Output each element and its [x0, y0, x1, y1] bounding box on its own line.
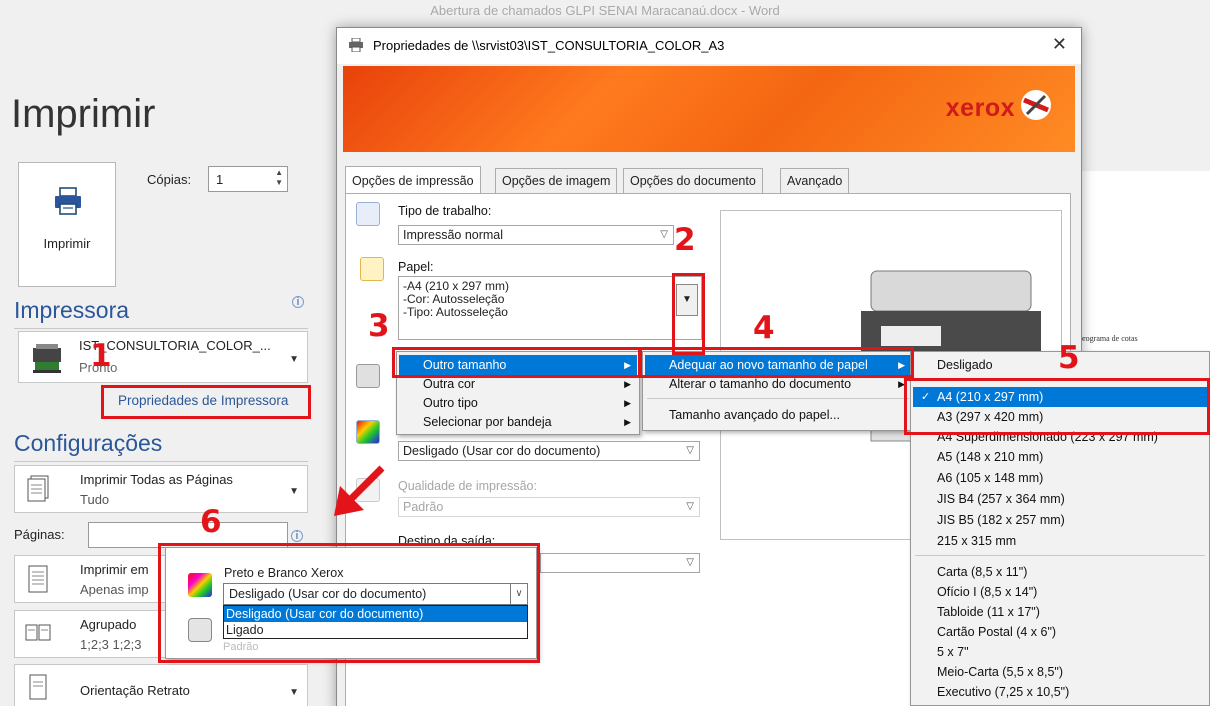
collate-title: Agrupado [80, 617, 137, 632]
paper-icon [360, 257, 384, 281]
annotation-box-1 [101, 385, 311, 419]
menu-separator [915, 555, 1205, 556]
tab-image-options[interactable]: Opções de imagem [495, 168, 618, 193]
fit-option[interactable]: 5 x 7" [913, 642, 1207, 662]
printer-icon [55, 187, 81, 215]
annotation-number-3: 3 [368, 308, 390, 344]
paper-label: Papel: [398, 260, 434, 274]
annotation-number-6: 6 [200, 504, 222, 540]
paper-line: -Tipo: Autosseleção [403, 305, 508, 319]
chevron-down-icon: ▼ [289, 354, 299, 365]
fit-option[interactable]: Executivo (7,25 x 10,5") [913, 682, 1207, 702]
chevron-down-icon: ▽ [686, 557, 694, 568]
color-mode-value: Desligado (Usar cor do documento) [403, 444, 601, 458]
annotation-number-2: 2 [674, 222, 696, 258]
sides-sub: Apenas imp [80, 582, 149, 597]
color-mode-select[interactable]: Desligado (Usar cor do documento) ▽ [398, 441, 700, 461]
chevron-down-icon: ▼ [289, 687, 299, 698]
xerox-logo-text: xerox [945, 94, 1015, 122]
stepper-arrows-icon[interactable]: ▲ ▼ [275, 168, 283, 188]
print-range-selector[interactable]: Imprimir Todas as Páginas Tudo ▼ [14, 465, 308, 513]
pages-stack-icon [27, 475, 49, 502]
pages-label: Páginas: [14, 527, 65, 542]
info-icon[interactable]: i [292, 296, 304, 308]
printer-small-icon [349, 38, 363, 52]
annotation-number-4: 4 [753, 310, 775, 346]
xerox-banner: xerox [343, 66, 1075, 152]
divider [14, 328, 308, 329]
fit-option[interactable]: JIS B5 (182 x 257 mm) [913, 510, 1207, 530]
sides-title: Imprimir em [80, 562, 149, 577]
print-button-label: Imprimir [43, 236, 91, 251]
preview-text: o programa de cotas [1073, 334, 1138, 343]
copy-icon [356, 364, 380, 388]
fit-option[interactable]: A5 (148 x 210 mm) [913, 447, 1207, 467]
color-mode-icon [356, 420, 380, 444]
annotation-box-3 [392, 347, 642, 378]
orientation-selector[interactable]: Orientação Retrato ▼ [14, 664, 308, 706]
chevron-down-icon: ▽ [686, 501, 694, 512]
collate-sub: 1;2;3 1;2;3 [80, 637, 142, 652]
print-button[interactable]: Imprimir [18, 162, 116, 287]
job-type-value: Impressão normal [403, 228, 504, 242]
annotation-box-4 [638, 347, 914, 378]
portrait-icon [29, 674, 47, 700]
print-range-sub: Tudo [80, 492, 110, 507]
annotation-arrow-icon [334, 465, 385, 516]
fit-option[interactable]: Tabloide (11 x 17") [913, 602, 1207, 622]
menu-item-advanced-paper-size[interactable]: Tamanho avançado do papel... [645, 405, 911, 425]
divider [14, 461, 308, 462]
copies-stepper[interactable]: 1 ▲ ▼ [208, 166, 288, 192]
output-select[interactable]: ▽ [540, 553, 700, 573]
fit-option[interactable]: A6 (105 x 148 mm) [913, 468, 1207, 488]
annotation-box-2 [672, 273, 705, 355]
copies-label: Cópias: [147, 172, 192, 187]
fit-option[interactable]: JIS B4 (257 x 364 mm) [913, 489, 1207, 509]
page-title: Imprimir [11, 92, 156, 136]
tab-advanced[interactable]: Avançado [780, 168, 850, 193]
window-title: Abertura de chamados GLPI SENAI Maracana… [430, 3, 780, 18]
menu-item-other-type[interactable]: Outro tipo ▶ [399, 393, 637, 413]
printer-device-icon [33, 344, 61, 373]
paper-summary: -A4 (210 x 297 mm) -Cor: Autosseleção -T… [398, 276, 702, 340]
copies-value: 1 [216, 172, 224, 187]
annotation-number-5: 5 [1058, 340, 1080, 376]
quality-value: Padrão [403, 500, 444, 514]
dialog-titlebar[interactable]: Propriedades de \\srvist03\IST_CONSULTOR… [337, 28, 1081, 64]
tab-print-options[interactable]: Opções de impressão [345, 166, 481, 194]
annotation-box-6 [158, 543, 540, 663]
menu-item-select-tray[interactable]: Selecionar por bandeja ▶ [399, 412, 637, 432]
page-icon [28, 565, 48, 593]
quality-label: Qualidade de impressão: [398, 479, 537, 493]
submenu-arrow-icon: ▶ [624, 398, 631, 408]
printer-selector[interactable]: IST_CONSULTORIA_COLOR_... Pronto ▼ [18, 331, 308, 383]
menu-separator [647, 398, 909, 399]
chevron-down-icon: ▽ [660, 229, 668, 240]
info-icon[interactable]: i [291, 530, 303, 542]
annotation-box-5 [904, 378, 1210, 435]
job-type-label: Tipo de trabalho: [398, 204, 492, 218]
print-range-title: Imprimir Todas as Páginas [80, 472, 233, 487]
fit-option[interactable]: Carta (8,5 x 11") [913, 562, 1207, 582]
fit-option[interactable]: 215 x 315 mm [913, 531, 1207, 551]
quality-select[interactable]: Padrão ▽ [398, 497, 700, 517]
close-icon[interactable]: ✕ [1052, 34, 1067, 55]
chevron-down-icon: ▼ [289, 486, 299, 497]
tab-document-options[interactable]: Opções do documento [623, 168, 763, 193]
chevron-down-icon: ▽ [686, 445, 694, 456]
collate-icon [25, 624, 51, 641]
printer-section-title: Impressora [14, 297, 130, 323]
job-type-select[interactable]: Impressão normal ▽ [398, 225, 674, 245]
fit-option[interactable]: Meio-Carta (5,5 x 8,5") [913, 662, 1207, 682]
fit-option[interactable]: Cartão Postal (4 x 6") [913, 622, 1207, 642]
submenu-arrow-icon: ▶ [624, 417, 631, 427]
settings-section-title: Configurações [14, 430, 163, 456]
orientation-title: Orientação Retrato [80, 683, 190, 698]
fit-option[interactable]: Ofício I (8,5 x 14") [913, 582, 1207, 602]
dialog-title: Propriedades de \\srvist03\IST_CONSULTOR… [373, 38, 725, 53]
job-type-icon [356, 202, 380, 226]
annotation-number-1: 1 [90, 338, 112, 374]
xerox-logo-icon [1021, 90, 1051, 120]
